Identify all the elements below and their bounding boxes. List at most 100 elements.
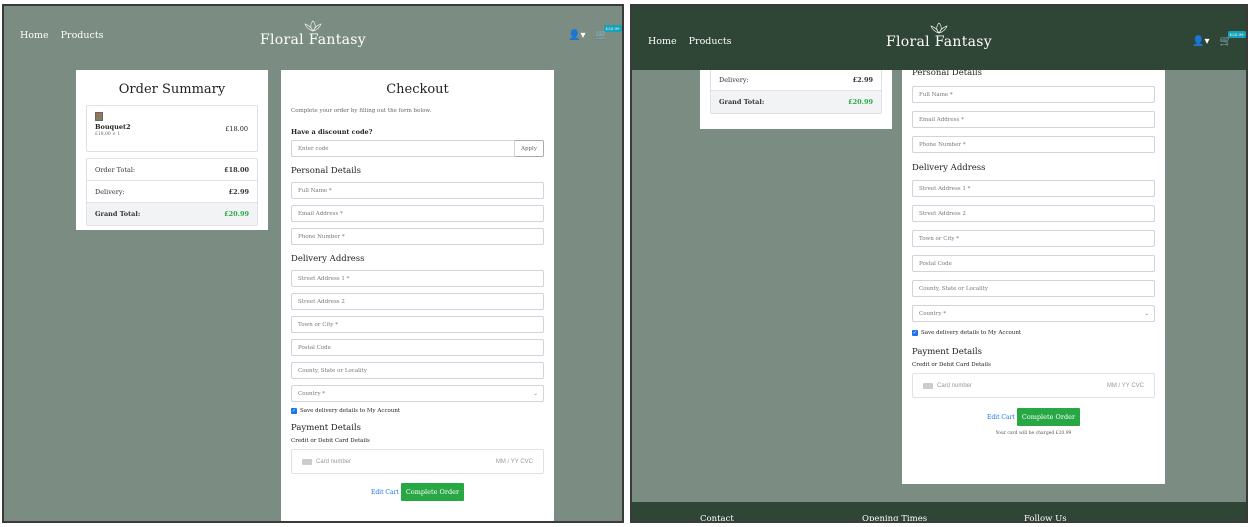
card-number-placeholder: Card number: [316, 458, 352, 465]
nav-products-link[interactable]: Products: [689, 36, 732, 47]
order-total-row: Order Total: £18.00: [87, 159, 257, 181]
totals-table-scrolled: Delivery: £2.99 Grand Total: £20.99: [710, 68, 882, 114]
save-details-checkbox[interactable]: ✓: [912, 330, 918, 336]
credit-card-icon: [923, 382, 933, 389]
save-details-checkbox[interactable]: ✓: [291, 408, 297, 414]
delivery-label: Delivery:: [719, 75, 749, 84]
payment-details-heading: Payment Details: [912, 347, 983, 357]
order-summary-card: Order Summary Bouquet2 £18.00 × 1 £18.00…: [76, 70, 268, 230]
checkout-card: Checkout Complete your order by filling …: [281, 70, 554, 521]
save-details-row[interactable]: ✓ Save delivery details to My Account: [291, 408, 544, 414]
town-city-input[interactable]: Town or City *: [291, 316, 544, 333]
cart-badge: £20.99: [1227, 31, 1246, 38]
email-input[interactable]: Email Address *: [291, 205, 544, 222]
grand-total-label: Grand Total:: [719, 98, 765, 106]
cart-badge: £20.99: [603, 25, 622, 32]
card-element[interactable]: Card number MM / YY CVC: [291, 449, 544, 474]
complete-order-button[interactable]: Complete Order: [1016, 408, 1081, 426]
edit-cart-link[interactable]: Edit Cart: [987, 414, 1015, 421]
checkout-title: Checkout: [386, 82, 449, 97]
totals-table: Order Total: £18.00 Delivery: £2.99 Grand …: [86, 158, 258, 226]
grand-total-row: Grand Total: £20.99: [711, 91, 881, 113]
lotus-icon: [930, 22, 948, 34]
grand-total-value: £20.99: [224, 210, 249, 218]
card-details-label: Credit or Debit Card Details: [912, 362, 991, 368]
product-thumbnail: [95, 112, 103, 121]
navbar: Home Products Floral Fantasy 👤▾ 🛒 £20.99: [4, 6, 622, 68]
postal-code-input[interactable]: Postal Code: [912, 255, 1155, 272]
grand-total-row: Grand Total: £20.99: [87, 203, 257, 225]
complete-order-button[interactable]: Complete Order: [400, 483, 465, 501]
edit-cart-link[interactable]: Edit Cart: [371, 489, 399, 496]
street-address-2-input[interactable]: Street Address 2: [291, 293, 544, 310]
street-address-1-input[interactable]: Street Address 1 *: [912, 180, 1155, 197]
card-details-label: Credit or Debit Card Details: [291, 438, 370, 444]
apply-discount-button[interactable]: Apply: [515, 140, 544, 157]
delivery-row: Delivery: £2.99: [87, 181, 257, 203]
footer-opening-times-heading: Opening Times: [862, 514, 928, 523]
brand-title: Floral Fantasy: [886, 34, 992, 50]
card-expiry-placeholder: MM / YY CVC: [1106, 382, 1144, 389]
discount-label: Have a discount code?: [291, 128, 373, 136]
nav-products-link[interactable]: Products: [61, 30, 104, 41]
nav-home-link[interactable]: Home: [20, 30, 49, 41]
checkout-card-scrolled: Personal Details Full Name * Email Addre…: [902, 56, 1165, 484]
nav-links: Home Products: [648, 36, 732, 47]
navbar: Home Products Floral Fantasy 👤▾ 🛒 £20.99: [632, 6, 1246, 70]
lotus-icon: [304, 20, 322, 32]
credit-card-icon: [302, 458, 312, 465]
card-expiry-placeholder: MM / YY CVC: [495, 458, 533, 465]
brand-logo[interactable]: Floral Fantasy: [260, 20, 366, 48]
cart-icon[interactable]: 🛒 £20.99: [1220, 31, 1246, 47]
order-total-value: £18.00: [224, 165, 249, 174]
brand-logo[interactable]: Floral Fantasy: [886, 22, 992, 50]
checkout-buttons: Edit Cart Complete Order: [281, 483, 554, 501]
order-summary-title: Order Summary: [118, 82, 226, 97]
nav-links: Home Products: [20, 30, 104, 41]
checkout-subtitle: Complete your order by filling out the f…: [291, 108, 432, 114]
cart-icon[interactable]: 🛒 £20.99: [596, 25, 622, 41]
payment-details-heading: Payment Details: [291, 423, 362, 433]
phone-input[interactable]: Phone Number *: [912, 136, 1155, 153]
nav-home-link[interactable]: Home: [648, 36, 677, 47]
county-input[interactable]: County, State or Locality: [291, 362, 544, 379]
discount-code-input[interactable]: Enter code: [291, 140, 515, 157]
save-details-label: Save delivery details to My Account: [921, 330, 1022, 336]
card-number-placeholder: Card number: [937, 382, 973, 389]
email-input[interactable]: Email Address *: [912, 111, 1155, 128]
country-select-value: Country *: [919, 310, 947, 317]
left-screenshot-panel: Home Products Floral Fantasy 👤▾ 🛒 £20.99 …: [2, 4, 624, 523]
item-price: £18.00: [225, 125, 248, 133]
delivery-value: £2.99: [852, 75, 873, 84]
footer-contact-heading: Contact: [700, 514, 734, 523]
save-details-label: Save delivery details to My Account: [300, 408, 401, 414]
full-name-input[interactable]: Full Name *: [291, 182, 544, 199]
card-element[interactable]: Card number MM / YY CVC: [912, 373, 1155, 398]
street-address-1-input[interactable]: Street Address 1 *: [291, 270, 544, 287]
phone-input[interactable]: Phone Number *: [291, 228, 544, 245]
personal-details-heading: Personal Details: [291, 166, 362, 176]
county-input[interactable]: County, State or Locality: [912, 280, 1155, 297]
right-screenshot-panel: Delivery: £2.99 Grand Total: £20.99 Person…: [630, 4, 1248, 523]
town-city-input[interactable]: Town or City *: [912, 230, 1155, 247]
delivery-value: £2.99: [228, 187, 249, 196]
postal-code-input[interactable]: Postal Code: [291, 339, 544, 356]
grand-total-value: £20.99: [848, 98, 873, 106]
cart-item: Bouquet2 £18.00 × 1 £18.00: [86, 105, 258, 152]
street-address-2-input[interactable]: Street Address 2: [912, 205, 1155, 222]
account-menu-icon[interactable]: 👤▾: [568, 30, 585, 41]
delivery-label: Delivery:: [95, 187, 125, 196]
order-total-label: Order Total:: [95, 165, 136, 174]
grand-total-label: Grand Total:: [95, 210, 141, 218]
account-menu-icon[interactable]: 👤▾: [1192, 36, 1209, 47]
country-select-value: Country *: [298, 390, 326, 397]
nav-icons: 👤▾ 🛒 £20.99: [568, 25, 622, 41]
country-select[interactable]: Country * ⌄: [291, 385, 544, 402]
nav-icons: 👤▾ 🛒 £20.99: [1192, 31, 1246, 47]
full-name-input[interactable]: Full Name *: [912, 86, 1155, 103]
country-select[interactable]: Country * ⌄: [912, 305, 1155, 322]
save-details-row[interactable]: ✓ Save delivery details to My Account: [912, 330, 1155, 336]
delivery-row: Delivery: £2.99: [711, 69, 881, 91]
delivery-address-heading: Delivery Address: [912, 163, 986, 173]
brand-title: Floral Fantasy: [260, 32, 366, 48]
